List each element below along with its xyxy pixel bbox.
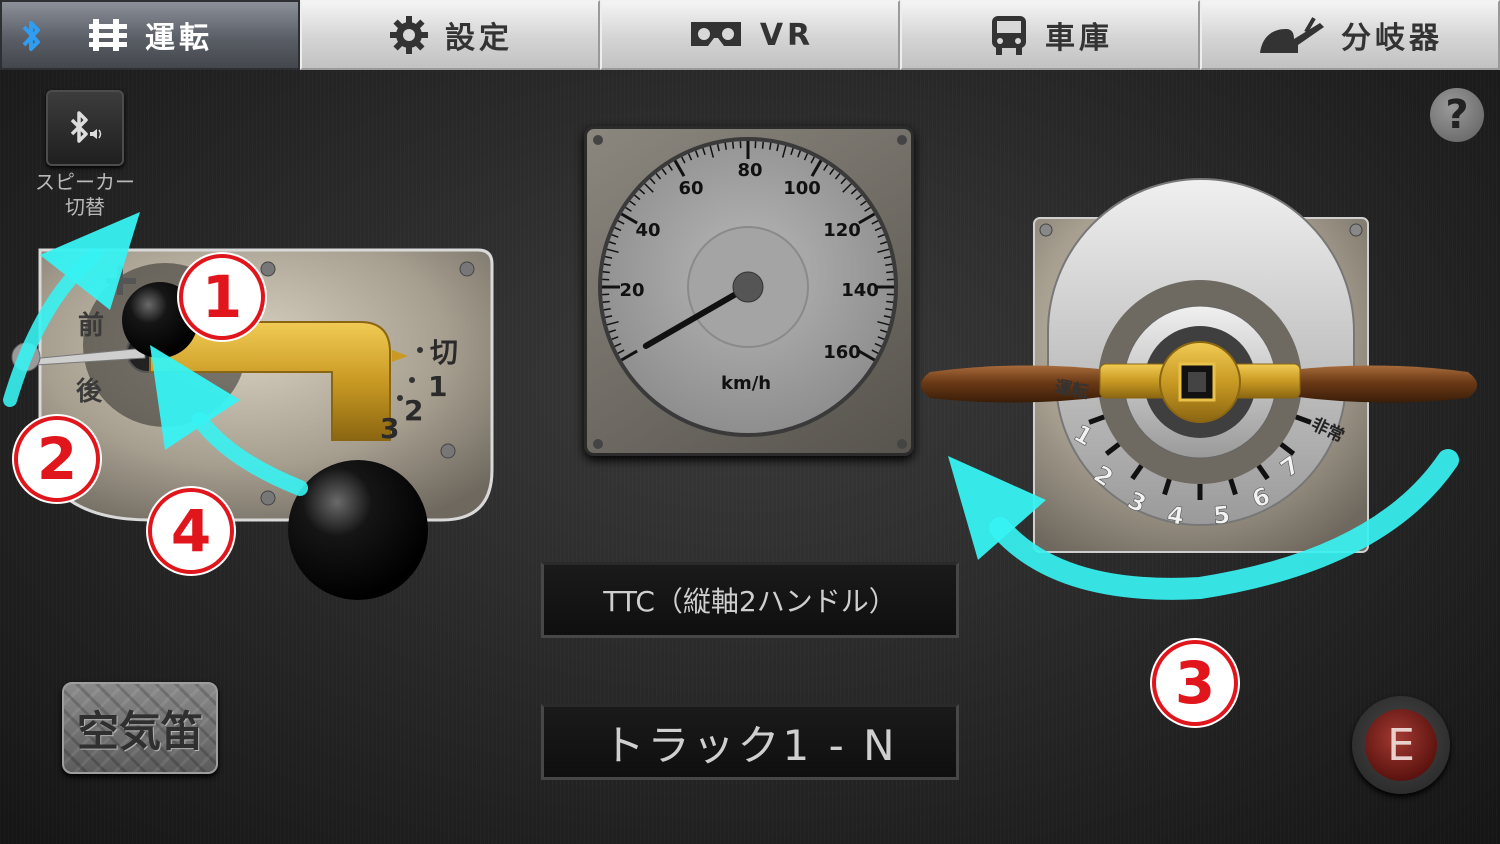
speed-tick-label: 20 [619,280,644,301]
annotation-3: 3 [1152,640,1238,726]
speed-tick-mark [886,270,894,274]
speed-tick-label: 80 [737,160,762,181]
annotation-4: 4 [148,488,234,574]
notch-off-label: 切 [430,336,458,369]
speed-tick-label: 40 [635,220,660,241]
notch-3-label: 3 [380,412,399,445]
notch-1-label: 1 [428,370,447,403]
reverser-forward-label: 前 [78,310,104,341]
speed-tick-mark [886,300,894,304]
speed-tick-mark [602,270,610,274]
annotation-2: 2 [14,416,100,502]
notch-2-label: 2 [404,394,423,427]
speed-tick-label: 120 [823,220,861,241]
speed-tick-mark [602,300,610,304]
annotation-1: 1 [179,254,265,340]
controls-layer: 前 後 切 1 2 3 km/h 20 40 60 80 100 120 140… [3,135,1477,600]
reverser-reverse-label: 後 [76,376,103,407]
brake-notch-label: 5 [1212,501,1231,530]
speed-tick-label: 160 [823,342,861,363]
speed-tick-label: 60 [678,178,703,199]
speed-tick-mark [761,141,765,149]
speed-unit-label: km/h [721,373,771,394]
speed-tick-mark [731,141,735,149]
speed-tick-label: 140 [841,280,879,301]
speed-tick-label: 100 [783,178,821,199]
